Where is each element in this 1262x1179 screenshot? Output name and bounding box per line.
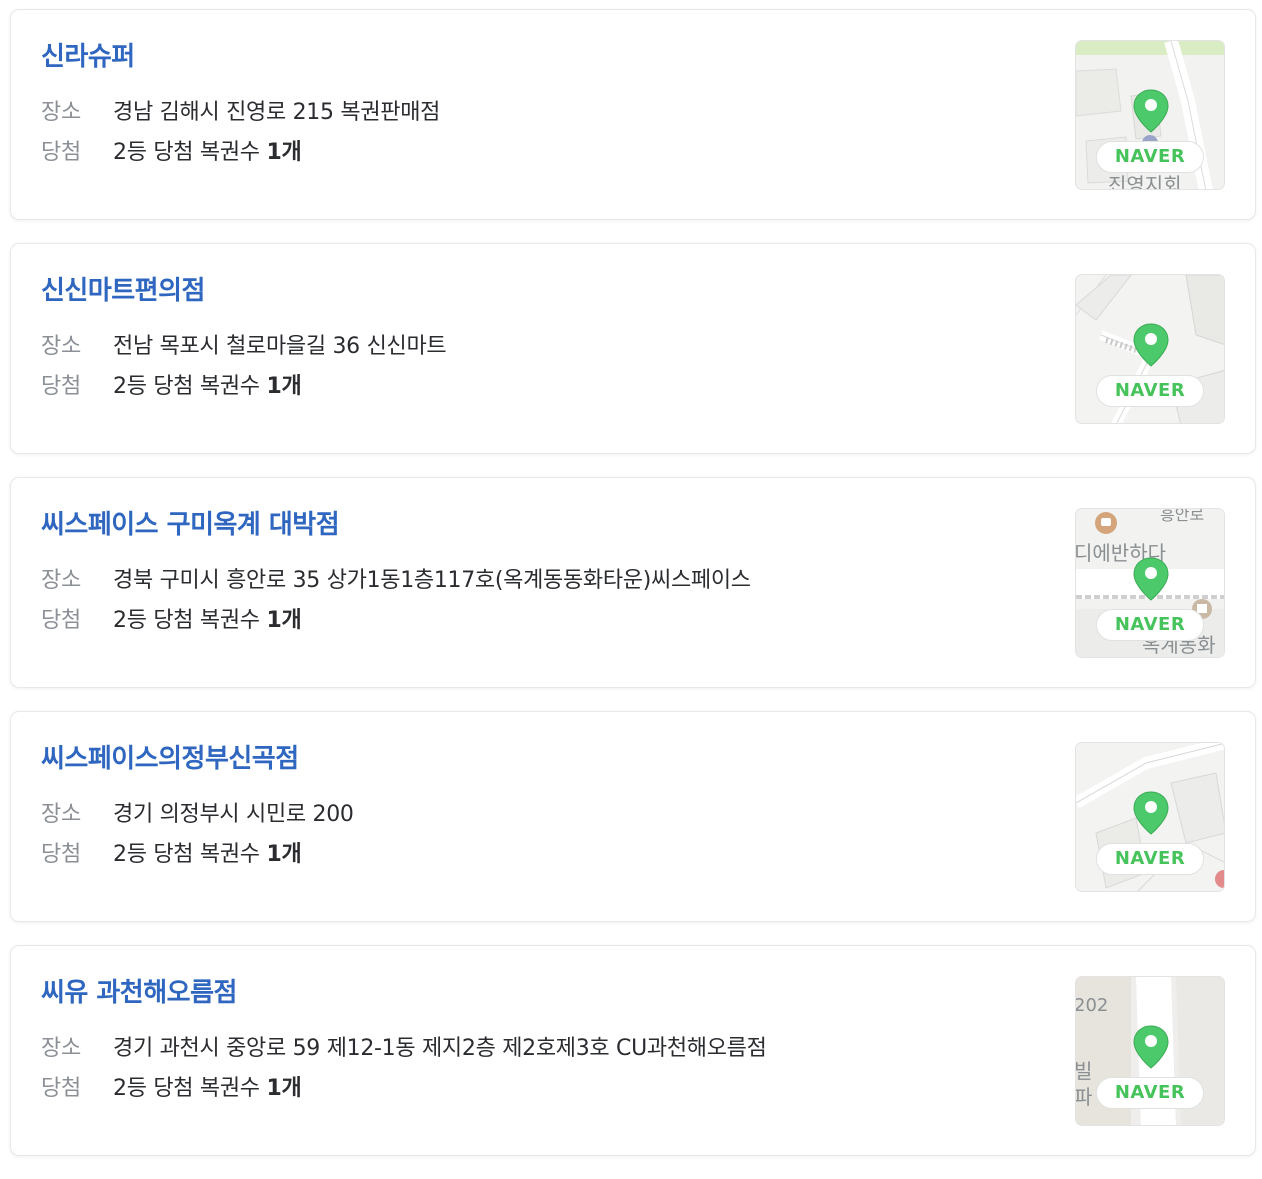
store-name-link[interactable]: 신라슈퍼 bbox=[41, 40, 135, 74]
location-pin-icon bbox=[1133, 557, 1169, 601]
store-list: 신라슈퍼 장소 경남 김해시 진영로 215 복권판매점 당첨 2등 당첨 복권수 … bbox=[10, 9, 1256, 1179]
win-row: 당첨 2등 당첨 복권수 1개 bbox=[41, 1074, 302, 1104]
address-row: 장소 전남 목포시 철로마을길 36 신신마트 bbox=[41, 332, 447, 362]
win-label: 당첨 bbox=[41, 374, 81, 399]
win-count: 1개 bbox=[266, 608, 302, 633]
address-value: 경기 의정부시 시민로 200 bbox=[113, 802, 354, 827]
location-pin-icon bbox=[1133, 1025, 1169, 1069]
map-thumbnail[interactable]: 흥안로 디에반하다 옥계동화 NAVER bbox=[1075, 508, 1225, 658]
map-place-label: 빌 bbox=[1075, 1059, 1093, 1083]
naver-map-badge: NAVER bbox=[1096, 609, 1204, 641]
address-label: 장소 bbox=[41, 334, 81, 359]
win-row: 당첨 2등 당첨 복권수 1개 bbox=[41, 138, 302, 168]
location-pin-icon bbox=[1133, 323, 1169, 367]
win-label: 당첨 bbox=[41, 842, 81, 867]
store-name-link[interactable]: 씨유 과천해오름점 bbox=[41, 976, 237, 1010]
address-value: 경기 과천시 중앙로 59 제12-1동 제지2층 제2호제3호 CU과천해오름… bbox=[113, 1036, 767, 1061]
store-name-link[interactable]: 신신마트편의점 bbox=[41, 274, 205, 308]
win-count: 1개 bbox=[266, 842, 302, 867]
address-value: 경남 김해시 진영로 215 복권판매점 bbox=[113, 100, 441, 125]
map-thumbnail[interactable]: 202 빌 파 NAVER bbox=[1075, 976, 1225, 1126]
store-name-link[interactable]: 씨스페이스 구미옥계 대박점 bbox=[41, 508, 340, 542]
win-row: 당첨 2등 당첨 복권수 1개 bbox=[41, 372, 302, 402]
win-count: 1개 bbox=[266, 1076, 302, 1101]
address-row: 장소 경북 구미시 흥안로 35 상가1동1층117호(옥계동동화타운)씨스페이스 bbox=[41, 566, 751, 596]
address-label: 장소 bbox=[41, 802, 81, 827]
store-card[interactable]: 씨스페이스 구미옥계 대박점 장소 경북 구미시 흥안로 35 상가1동1층117… bbox=[10, 477, 1256, 688]
win-count: 1개 bbox=[266, 140, 302, 165]
win-text: 2등 당첨 복권수 bbox=[113, 608, 260, 633]
win-count: 1개 bbox=[266, 374, 302, 399]
store-card[interactable]: 씨스페이스의정부신곡점 장소 경기 의정부시 시민로 200 당첨 2등 당첨 복권… bbox=[10, 711, 1256, 922]
address-label: 장소 bbox=[41, 1036, 81, 1061]
address-row: 장소 경기 의정부시 시민로 200 bbox=[41, 800, 354, 830]
location-pin-icon bbox=[1133, 791, 1169, 835]
address-row: 장소 경기 과천시 중앙로 59 제12-1동 제지2층 제2호제3호 CU과천해… bbox=[41, 1034, 767, 1064]
win-row: 당첨 2등 당첨 복권수 1개 bbox=[41, 840, 302, 870]
map-place-label: 파 bbox=[1075, 1085, 1093, 1109]
win-label: 당첨 bbox=[41, 1076, 81, 1101]
naver-map-badge: NAVER bbox=[1096, 375, 1204, 407]
store-name-link[interactable]: 씨스페이스의정부신곡점 bbox=[41, 742, 299, 776]
map-thumbnail[interactable]: 진영지회 NAVER bbox=[1075, 40, 1225, 190]
win-text: 2등 당첨 복권수 bbox=[113, 842, 260, 867]
map-thumbnail[interactable]: NAVER bbox=[1075, 742, 1225, 892]
store-card[interactable]: 신라슈퍼 장소 경남 김해시 진영로 215 복권판매점 당첨 2등 당첨 복권수 … bbox=[10, 9, 1256, 220]
location-pin-icon bbox=[1133, 89, 1169, 133]
address-label: 장소 bbox=[41, 100, 81, 125]
win-label: 당첨 bbox=[41, 608, 81, 633]
store-card[interactable]: 신신마트편의점 장소 전남 목포시 철로마을길 36 신신마트 당첨 2등 당첨 복… bbox=[10, 243, 1256, 454]
map-thumbnail[interactable]: NAVER bbox=[1075, 274, 1225, 424]
address-label: 장소 bbox=[41, 568, 81, 593]
win-text: 2등 당첨 복권수 bbox=[113, 374, 260, 399]
win-text: 2등 당첨 복권수 bbox=[113, 140, 260, 165]
store-card[interactable]: 씨유 과천해오름점 장소 경기 과천시 중앙로 59 제12-1동 제지2층 제2… bbox=[10, 945, 1256, 1156]
map-road-label: 흥안로 bbox=[1160, 508, 1205, 524]
win-text: 2등 당첨 복권수 bbox=[113, 1076, 260, 1101]
address-value: 경북 구미시 흥안로 35 상가1동1층117호(옥계동동화타운)씨스페이스 bbox=[113, 568, 751, 593]
address-value: 전남 목포시 철로마을길 36 신신마트 bbox=[113, 334, 447, 359]
win-row: 당첨 2등 당첨 복권수 1개 bbox=[41, 606, 302, 636]
map-place-label: 202 bbox=[1075, 995, 1109, 1016]
naver-map-badge: NAVER bbox=[1096, 141, 1204, 173]
naver-map-badge: NAVER bbox=[1096, 843, 1204, 875]
address-row: 장소 경남 김해시 진영로 215 복권판매점 bbox=[41, 98, 440, 128]
win-label: 당첨 bbox=[41, 140, 81, 165]
naver-map-badge: NAVER bbox=[1096, 1077, 1204, 1109]
